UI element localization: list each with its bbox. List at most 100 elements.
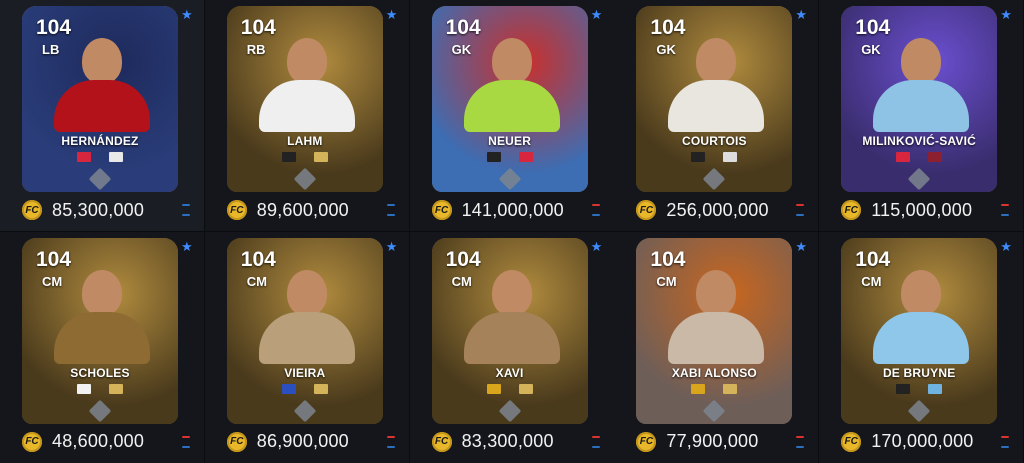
player-card[interactable]: 104 GK NEUER (431, 6, 588, 192)
player-card[interactable]: 104 RB LAHM (226, 6, 383, 192)
price-trend-icon (386, 204, 395, 216)
star-icon: ★ (181, 238, 193, 254)
fc-coin-icon: FC (22, 431, 42, 452)
player-photo (867, 30, 975, 132)
player-kit (258, 311, 355, 364)
player-price: 48,600,000 (52, 431, 145, 451)
player-head (696, 269, 737, 316)
club-badge-icon (928, 383, 943, 394)
player-name: COURTOIS (682, 134, 747, 148)
player-name: VIEIRA (284, 365, 326, 380)
player-card[interactable]: 104 CM XABI ALONSO (636, 237, 793, 424)
star-icon: ★ (181, 7, 193, 22)
card-flags (227, 383, 383, 394)
player-card-tile[interactable]: ★ 104 GK COURTOIS FC 256,000,000 (614, 0, 820, 231)
price-trend-icon (591, 435, 600, 448)
player-photo (458, 30, 566, 132)
trend-bottom-bar (182, 445, 190, 448)
player-card[interactable]: 104 GK MILINKOVIĆ-SAVIĆ (841, 6, 998, 192)
player-card[interactable]: 104 CM XAVI (431, 237, 588, 424)
star-icon: ★ (385, 238, 398, 254)
card-flags (227, 152, 383, 162)
player-name: NEUER (488, 134, 532, 148)
player-card-tile[interactable]: ★ 104 CM SCHOLES FC 48,600,000 (0, 231, 205, 463)
player-card-tile[interactable]: ★ 104 RB LAHM FC 89,600,000 (204, 0, 410, 231)
trend-top-bar (1001, 204, 1010, 206)
player-rating: 104 (36, 247, 72, 271)
card-flags (22, 383, 178, 394)
fc-coin-icon: FC (636, 431, 657, 452)
trend-top-bar (386, 435, 395, 438)
player-head (286, 38, 327, 84)
player-card-tile[interactable]: ★ 104 CM VIEIRA FC 86,900,000 (204, 231, 410, 463)
player-card[interactable]: 104 CM DE BRUYNE (841, 237, 998, 424)
nation-flag-icon (691, 383, 706, 394)
trend-top-bar (796, 435, 805, 438)
player-rating: 104 (855, 247, 891, 271)
player-rating: 104 (240, 247, 276, 271)
player-card[interactable]: 104 LB HERNÁNDEZ (22, 6, 178, 192)
player-name: DE BRUYNE (882, 365, 956, 380)
fc-coin-icon: FC (22, 200, 42, 220)
player-price: 83,300,000 (461, 431, 554, 451)
card-flags (636, 383, 792, 394)
fc-coin-icon: FC (226, 431, 247, 452)
player-photo (253, 30, 361, 132)
player-card-tile[interactable]: ★ 104 CM DE BRUYNE FC 170,000,000 (819, 231, 1024, 463)
fc-coin-icon: FC (841, 431, 862, 452)
player-card[interactable]: 104 CM VIEIRA (226, 237, 383, 424)
price-row: FC 141,000,000 (431, 198, 564, 222)
trend-top-bar (182, 204, 190, 206)
player-card-tile[interactable]: ★ 104 CM XAVI FC 83,300,000 (409, 231, 615, 463)
player-card-tile[interactable]: ★ 104 CM XABI ALONSO FC 77,900,000 (614, 231, 820, 463)
card-flags (636, 152, 792, 162)
player-card-tile[interactable]: ★ 104 GK MILINKOVIĆ-SAVIĆ FC 115,000,000 (819, 0, 1024, 231)
card-flags (22, 152, 178, 162)
player-card-tile[interactable]: ★ 104 GK NEUER FC 141,000,000 (409, 0, 615, 231)
player-position: RB (246, 42, 266, 57)
nation-flag-icon (77, 383, 91, 394)
price-trend-icon (796, 435, 805, 448)
price-row: FC 48,600,000 (22, 430, 144, 454)
player-kit (258, 80, 355, 132)
club-badge-icon (313, 152, 328, 162)
player-kit (463, 311, 560, 364)
club-badge-icon (109, 383, 123, 394)
player-card[interactable]: 104 GK COURTOIS (636, 6, 793, 192)
player-card-tile[interactable]: ★ 104 LB HERNÁNDEZ FC 85,300,000 (0, 0, 205, 231)
player-position: CM (656, 273, 677, 289)
player-photo (253, 262, 361, 364)
trend-top-bar (591, 204, 600, 206)
player-head (901, 269, 942, 316)
price-trend-icon (386, 435, 395, 448)
player-price: 85,300,000 (52, 199, 145, 220)
trend-bottom-bar (591, 445, 600, 448)
price-row: FC 86,900,000 (226, 430, 349, 454)
player-card[interactable]: 104 CM SCHOLES (22, 237, 178, 424)
nation-flag-icon (281, 152, 296, 162)
player-head (901, 38, 942, 84)
star-icon: ★ (1000, 238, 1012, 254)
player-name: SCHOLES (70, 365, 130, 380)
card-flags (432, 152, 588, 162)
star-icon: ★ (385, 7, 398, 22)
club-badge-icon (723, 152, 738, 162)
nation-flag-icon (486, 383, 501, 394)
player-position: CM (451, 273, 472, 289)
card-flags (841, 383, 997, 394)
player-rating: 104 (855, 16, 891, 39)
price-trend-icon (182, 204, 190, 216)
player-rating: 104 (445, 16, 481, 39)
player-photo (662, 30, 770, 132)
star-icon: ★ (590, 7, 603, 22)
trend-bottom-bar (796, 214, 805, 216)
club-badge-icon (518, 152, 533, 162)
trend-bottom-bar (591, 214, 600, 216)
player-position: GK (656, 42, 676, 57)
club-badge-icon (723, 383, 738, 394)
card-flags (432, 383, 588, 394)
player-kit (54, 311, 150, 364)
price-row: FC 170,000,000 (841, 430, 973, 454)
player-position: GK (861, 42, 881, 57)
player-photo (867, 262, 975, 364)
